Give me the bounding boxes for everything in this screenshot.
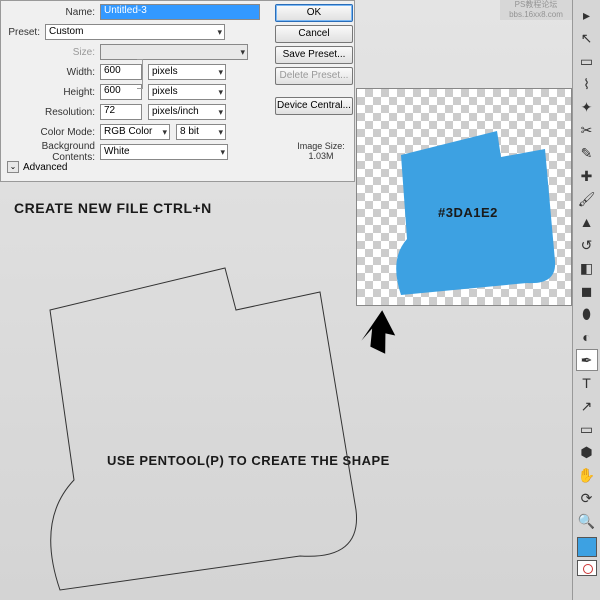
hand-tool[interactable]: ✋ <box>576 464 598 486</box>
wand-tool[interactable]: ✦ <box>576 96 598 118</box>
height-input[interactable]: 600 <box>100 84 142 100</box>
new-document-dialog: Name: Untitled-3 Preset: Custom Size: Wi… <box>0 0 355 182</box>
arrow-icon <box>354 302 404 358</box>
colormode-label: Color Mode: <box>5 127 100 138</box>
colormode-select[interactable]: RGB Color <box>100 124 170 140</box>
shape-tool[interactable]: ▭ <box>576 418 598 440</box>
collapse-icon[interactable]: ▸ <box>576 4 598 26</box>
history-tool[interactable]: ↺ <box>576 234 598 256</box>
width-label: Width: <box>5 67 100 78</box>
gradient-tool[interactable]: ◼ <box>576 280 598 302</box>
heal-tool[interactable]: ✚ <box>576 165 598 187</box>
color-hex-label: #3DA1E2 <box>438 205 498 220</box>
delete-preset-button: Delete Preset... <box>275 67 353 85</box>
resolution-label: Resolution: <box>5 107 100 118</box>
path-tool[interactable]: ↗ <box>576 395 598 417</box>
eraser-tool[interactable]: ◧ <box>576 257 598 279</box>
device-central-button[interactable]: Device Central... <box>275 97 353 115</box>
name-label: Name: <box>5 7 100 18</box>
blur-tool[interactable]: ⬮ <box>576 303 598 325</box>
height-label: Height: <box>5 87 100 98</box>
height-unit-select[interactable]: pixels <box>148 84 226 100</box>
pen-tool[interactable]: ✒ <box>576 349 598 371</box>
resolution-unit-select[interactable]: pixels/inch <box>148 104 226 120</box>
stamp-tool[interactable]: ▲ <box>576 211 598 233</box>
depth-select[interactable]: 8 bit <box>176 124 226 140</box>
preset-select[interactable]: Custom <box>45 24 225 40</box>
chevron-down-icon: ⌄ <box>7 161 19 173</box>
marquee-tool[interactable]: ▭ <box>576 50 598 72</box>
instruction-create: CREATE NEW FILE CTRL+N <box>14 200 212 216</box>
advanced-toggle[interactable]: ⌄ Advanced <box>7 161 67 173</box>
image-size-readout: Image Size: 1.03M <box>291 141 351 161</box>
brush-tool[interactable]: 🖌 <box>576 188 598 210</box>
size-select <box>100 44 248 60</box>
dialog-buttons: OK Cancel Save Preset... Delete Preset..… <box>273 1 355 118</box>
bg-select[interactable]: White <box>100 144 228 160</box>
rotate-tool[interactable]: ⟳ <box>576 487 598 509</box>
quickmask-toggle[interactable] <box>577 560 597 576</box>
resolution-input[interactable]: 72 <box>100 104 142 120</box>
advanced-label: Advanced <box>23 162 67 173</box>
watermark: PS教程论坛bbs.16xx8.com <box>500 0 572 20</box>
pen-tool-outline <box>30 260 400 600</box>
ok-button[interactable]: OK <box>275 4 353 22</box>
zoom-tool[interactable]: 🔍 <box>576 510 598 532</box>
name-input[interactable]: Untitled-3 <box>100 4 260 20</box>
eyedropper-tool[interactable]: ✎ <box>576 142 598 164</box>
3d-tool[interactable]: ⬢ <box>576 441 598 463</box>
save-preset-button[interactable]: Save Preset... <box>275 46 353 64</box>
link-icon <box>137 59 143 89</box>
lasso-tool[interactable]: ⌇ <box>576 73 598 95</box>
tools-panel: ▸ ↖▭⌇✦✂✎✚🖌▲↺◧◼⬮◐✒T↗▭⬢✋⟳🔍 <box>572 0 600 600</box>
preset-label: Preset: <box>5 27 45 38</box>
width-unit-select[interactable]: pixels <box>148 64 226 80</box>
foreground-color-swatch[interactable] <box>577 537 597 557</box>
bg-label: Background Contents: <box>5 141 100 163</box>
size-label: Size: <box>5 47 100 58</box>
crop-tool[interactable]: ✂ <box>576 119 598 141</box>
move-tool[interactable]: ↖ <box>576 27 598 49</box>
dodge-tool[interactable]: ◐ <box>576 326 598 348</box>
width-input[interactable]: 600 <box>100 64 142 80</box>
type-tool[interactable]: T <box>576 372 598 394</box>
cancel-button[interactable]: Cancel <box>275 25 353 43</box>
